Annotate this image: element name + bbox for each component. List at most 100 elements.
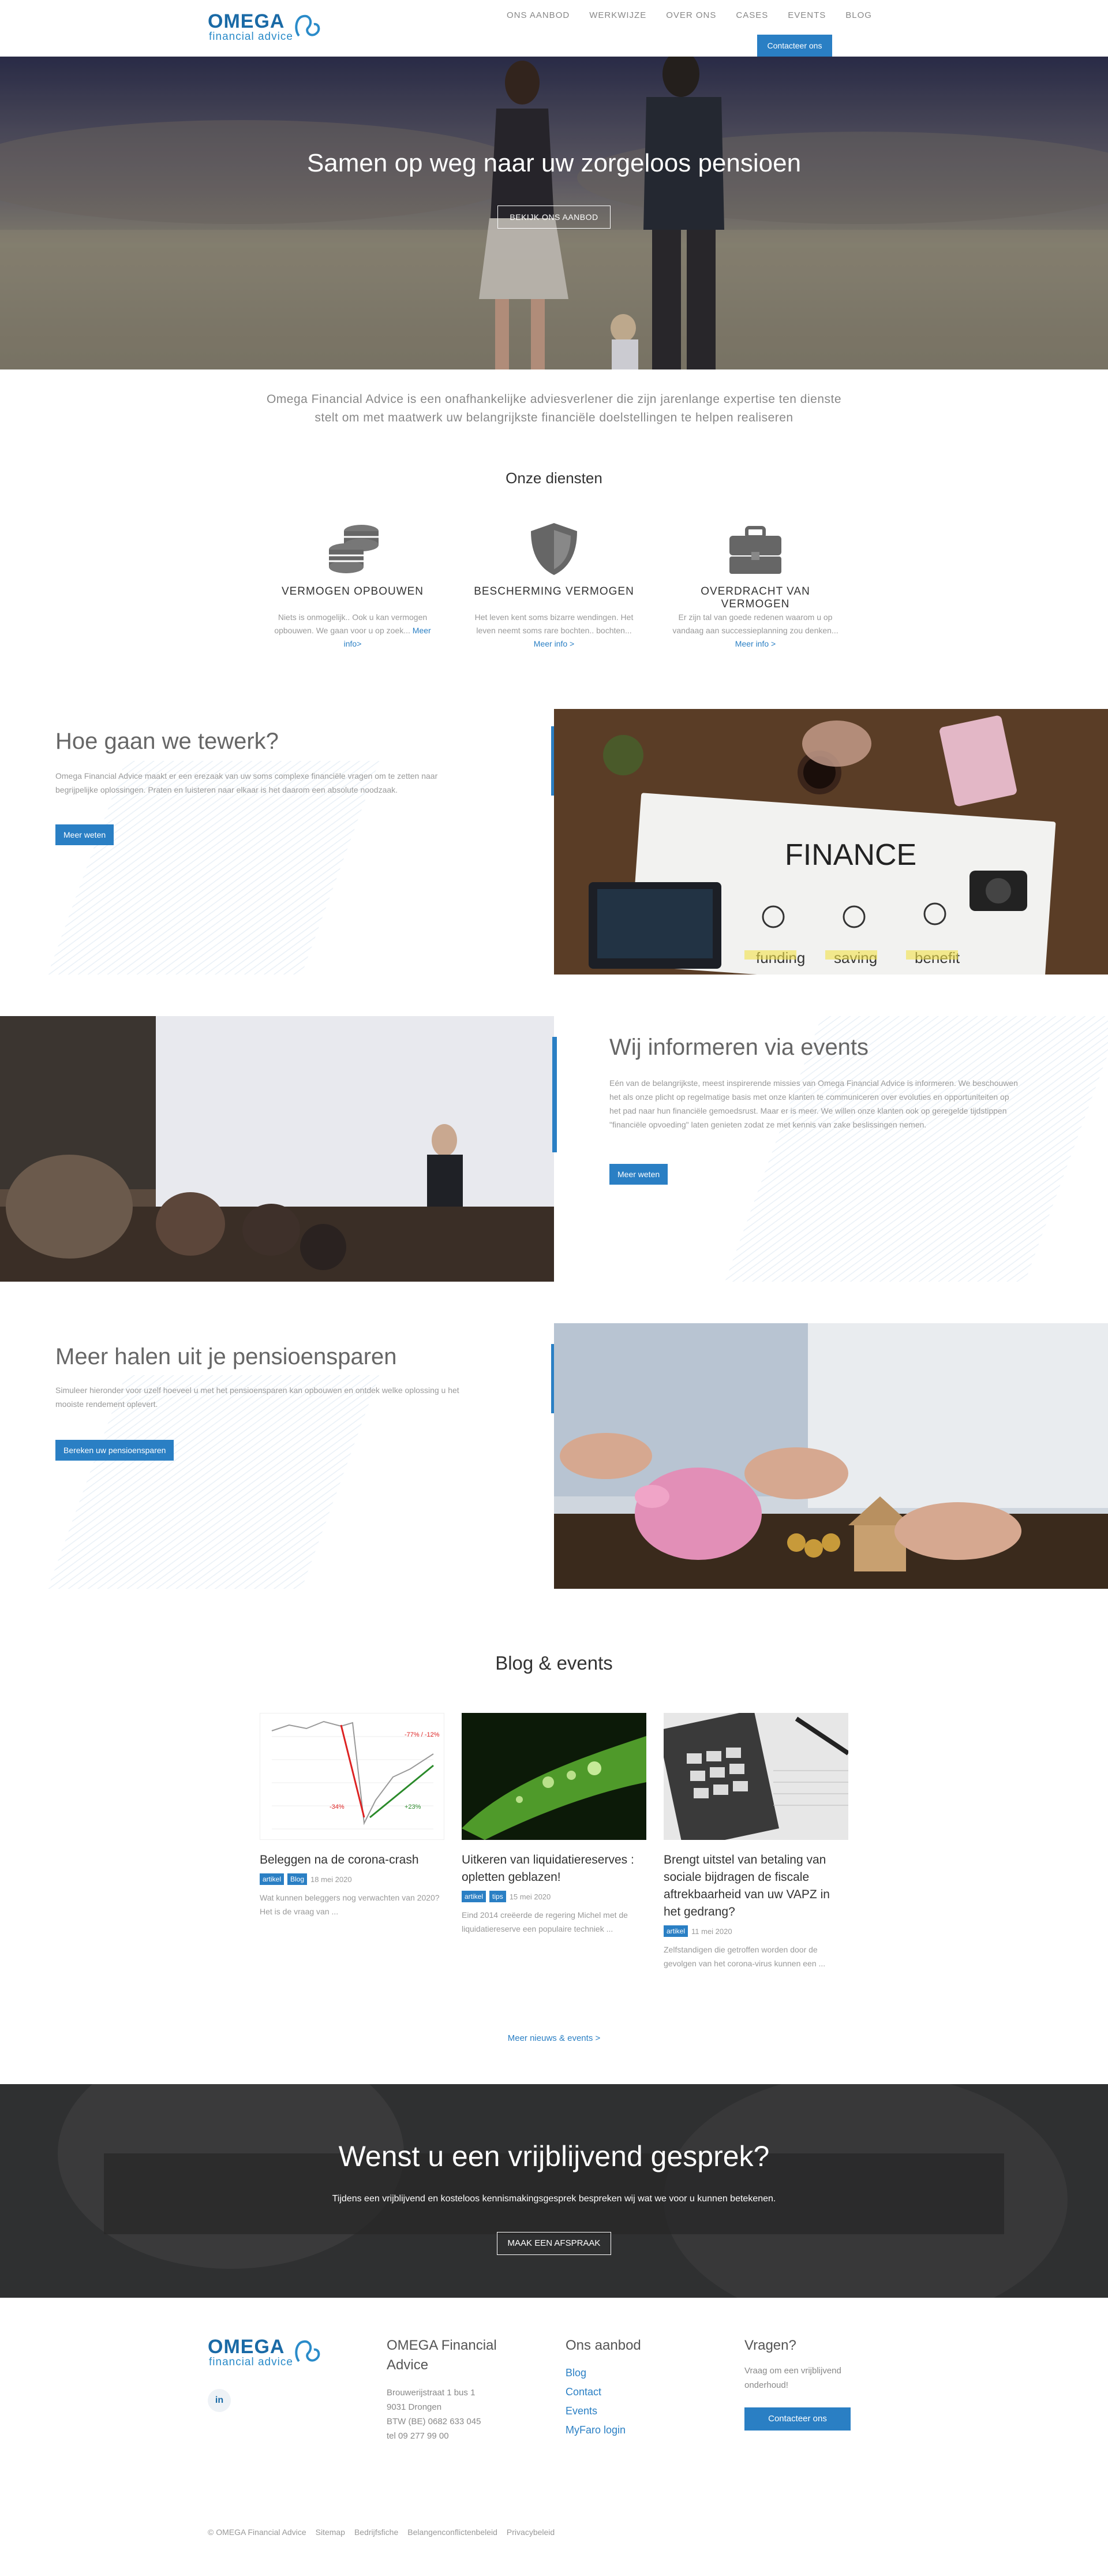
- logo[interactable]: OMEGA financial advice: [208, 12, 320, 43]
- vat-number: BTW (BE) 0682 633 045: [387, 2417, 481, 2426]
- section-title: Meer halen uit je pensioensparen: [55, 1344, 397, 1369]
- nav-item-over-ons[interactable]: OVER ONS: [666, 10, 716, 20]
- service-title: VERMOGEN OPBOUWEN: [281, 585, 424, 598]
- service-description: Niets is onmogelijk.. Ook u kan vermogen…: [274, 613, 431, 648]
- linkedin-icon[interactable]: in: [208, 2389, 231, 2412]
- cta-title: Wenst u een vrijblijvend gesprek?: [338, 2140, 770, 2172]
- blog-card-meta: artikel Blog 18 mei 2020: [260, 1873, 444, 1885]
- tag[interactable]: artikel: [664, 1925, 688, 1937]
- tag[interactable]: Blog: [287, 1873, 308, 1885]
- more-info-link[interactable]: Meer info >: [534, 639, 574, 648]
- logo-text-top: OMEGA: [208, 2336, 285, 2358]
- site-footer: OMEGA financial advice in OMEGA Financia…: [0, 2298, 1108, 2576]
- footer-logo[interactable]: OMEGA financial advice: [208, 2336, 320, 2368]
- svg-text:-77% / -12%: -77% / -12%: [405, 1731, 440, 1738]
- blog-card-meta: artikel tips 15 mei 2020: [462, 1891, 646, 1902]
- blog-heading: Blog & events: [495, 1652, 613, 1674]
- post-date: 15 mei 2020: [509, 1892, 551, 1901]
- nav-item-events[interactable]: EVENTS: [788, 10, 826, 20]
- leaf-water-drops-image: [462, 1713, 646, 1840]
- post-date: 18 mei 2020: [310, 1875, 352, 1884]
- shield-icon: [531, 523, 577, 575]
- blog-card[interactable]: Uitkeren van liquidatiereserves : oplett…: [462, 1713, 646, 1936]
- accent-bar: [552, 1037, 557, 1152]
- address-line-2: 9031 Drongen: [387, 2402, 442, 2412]
- tag[interactable]: artikel: [260, 1873, 285, 1885]
- footer-bottom-links: © OMEGA Financial Advice Sitemap Bedrijf…: [208, 2528, 555, 2537]
- contact-button[interactable]: Contacteer ons: [757, 35, 832, 57]
- sitemap-link[interactable]: Sitemap: [316, 2528, 345, 2537]
- footer-link-contact[interactable]: Contact: [566, 2383, 704, 2402]
- footer-link-myfaro-login[interactable]: MyFaro login: [566, 2421, 704, 2440]
- svg-text:+23%: +23%: [405, 1804, 421, 1810]
- blog-card-title[interactable]: Brengt uitstel van betaling van sociale …: [664, 1851, 848, 1921]
- nav-item-aanbod[interactable]: ONS AANBOD: [507, 10, 570, 20]
- blog-card-title[interactable]: Beleggen na de corona-crash: [260, 1851, 444, 1869]
- view-offer-button[interactable]: BEKIJK ONS AANBOD: [497, 206, 611, 229]
- footer-offer-title: Ons aanbod: [566, 2338, 641, 2353]
- service-description: Er zijn tal van goede redenen waarom u o…: [672, 613, 839, 648]
- hero-title: Samen op weg naar uw zorgeloos pensioen: [306, 149, 802, 177]
- more-news-link[interactable]: Meer nieuws & events >: [0, 2033, 1108, 2043]
- events-photo: [0, 1016, 554, 1282]
- calculator-image: [664, 1713, 848, 1840]
- nav-item-cases[interactable]: CASES: [736, 10, 768, 20]
- footer-link-events[interactable]: Events: [566, 2402, 704, 2421]
- service-title: OVERDRACHT VAN VERMOGEN: [701, 585, 810, 610]
- questions-text-1: Vraag om een vrijblijvend: [744, 2366, 841, 2376]
- omega-swirl-icon: [295, 2340, 320, 2362]
- piggy-bank-illustration: [554, 1323, 1108, 1589]
- footer-questions: Vragen? Vraag om een vrijblijvend onderh…: [744, 2336, 883, 2431]
- cta-subtitle: Tijdens een vrijblijvend en kosteloos ke…: [332, 2194, 776, 2204]
- blog-card-title[interactable]: Uitkeren van liquidatiereserves : oplett…: [462, 1851, 646, 1886]
- section-title: Hoe gaan we tewerk?: [55, 729, 279, 754]
- coins-icon: [329, 525, 379, 573]
- section-text: Omega Financial Advice maakt er een erez…: [55, 771, 438, 794]
- intro-line-1: Omega Financial Advice is een onafhankel…: [266, 393, 842, 406]
- section-text: Eén van de belangrijkste, meest inspirer…: [609, 1078, 1018, 1129]
- footer-contact-button[interactable]: Contacteer ons: [744, 2407, 851, 2431]
- company-sheet-link[interactable]: Bedrijfsfiche: [354, 2528, 398, 2537]
- hero-banner: Samen op weg naar uw zorgeloos pensioen …: [0, 57, 1108, 369]
- conflict-policy-link[interactable]: Belangenconflictenbeleid: [407, 2528, 497, 2537]
- corona-crash-chart-image: -34% +23% -77% / -12%: [271, 1720, 440, 1830]
- post-date: 11 mei 2020: [691, 1927, 732, 1936]
- blog-card[interactable]: -34% +23% -77% / -12% Beleggen na de cor…: [260, 1713, 444, 1918]
- nav-item-blog[interactable]: BLOG: [845, 10, 872, 20]
- piggy-bank-photo: [554, 1323, 1108, 1589]
- logo-text-bottom: financial advice: [209, 2356, 293, 2368]
- tag[interactable]: tips: [489, 1891, 506, 1902]
- make-appointment-button[interactable]: MAAK EEN AFSPRAAK: [497, 2232, 611, 2255]
- footer-offer: Ons aanbod Blog Contact Events MyFaro lo…: [566, 2336, 704, 2440]
- nav-item-werkwijze[interactable]: WERKWIJZE: [589, 10, 646, 20]
- cta-background: [0, 2084, 1108, 2298]
- section-how-we-work: Hoe gaan we tewerk? Omega Financial Advi…: [0, 709, 1108, 975]
- calculate-pension-button[interactable]: Bereken uw pensioensparen: [55, 1440, 174, 1461]
- blog-card-excerpt: Zelfstandigen die getroffen worden door …: [664, 1945, 826, 1968]
- service-bescherming-vermogen: BESCHERMING VERMOGEN Het leven kent soms…: [467, 520, 641, 651]
- more-info-link[interactable]: Meer info >: [735, 639, 776, 648]
- footer-company-title: OMEGA Financial Advice: [387, 2338, 497, 2373]
- privacy-policy-link[interactable]: Privacybeleid: [507, 2528, 555, 2537]
- learn-more-button[interactable]: Meer weten: [55, 824, 114, 845]
- service-description: Het leven kent soms bizarre wendingen. H…: [474, 613, 634, 648]
- section-events: Wij informeren via events Eén van de bel…: [0, 1016, 1108, 1282]
- phone-number: tel 09 277 99 00: [387, 2431, 449, 2441]
- blog-card[interactable]: Brengt uitstel van betaling van sociale …: [664, 1713, 848, 1970]
- footer-link-blog[interactable]: Blog: [566, 2364, 704, 2383]
- intro-text: Omega Financial Advice is een onafhankel…: [242, 390, 866, 427]
- blog-card-image: -34% +23% -77% / -12%: [260, 1713, 444, 1840]
- site-header: OMEGA financial advice ONS AANBOD WERKWI…: [0, 0, 1108, 57]
- questions-text-2: onderhoud!: [744, 2380, 788, 2390]
- service-overdracht-vermogen: OVERDRACHT VAN VERMOGEN Er zijn tal van …: [669, 520, 842, 651]
- blog-card-meta: artikel 11 mei 2020: [664, 1925, 848, 1937]
- service-vermogen-opbouwen: VERMOGEN OPBOUWEN Niets is onmogelijk.. …: [266, 520, 439, 651]
- tag[interactable]: artikel: [462, 1891, 486, 1902]
- blog-card-image: [462, 1713, 646, 1840]
- blog-card-excerpt: Eind 2014 creëerde de regering Michel me…: [462, 1910, 628, 1933]
- briefcase-icon: [729, 526, 781, 574]
- learn-more-button[interactable]: Meer weten: [609, 1164, 668, 1185]
- section-text: Simuleer hieronder voor uzelf hoeveel u …: [55, 1386, 459, 1409]
- copyright: © OMEGA Financial Advice: [208, 2528, 306, 2537]
- service-title: BESCHERMING VERMOGEN: [474, 585, 634, 598]
